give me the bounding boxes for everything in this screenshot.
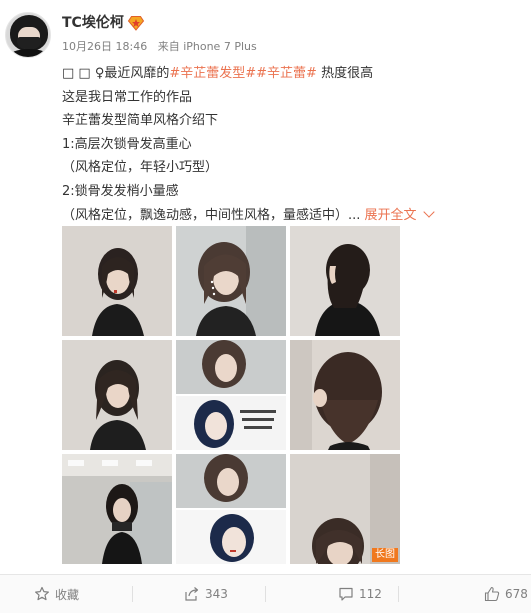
hashtag-link[interactable]: #辛芷蕾# (256, 66, 317, 81)
comment-button[interactable]: 112 (338, 575, 382, 613)
like-button[interactable]: 678 (484, 575, 528, 613)
portrait-photo-icon (62, 340, 172, 450)
text-line-4: 1:高层次锁骨发高重心 (62, 136, 192, 152)
expand-full-text-link[interactable]: 展开全文 (365, 205, 435, 223)
favorite-button[interactable]: 收藏 (34, 575, 79, 613)
text-line-3: 辛芷蕾发型简单风格介绍下 (62, 113, 219, 129)
haircut-photo-icon (176, 226, 286, 336)
star-icon (35, 586, 49, 601)
vip-badge-icon[interactable] (127, 15, 145, 31)
portrait-photo-icon (62, 226, 172, 336)
text-line-2: 这是我日常工作的作品 (62, 89, 193, 105)
image-thumbnail-3[interactable] (290, 226, 400, 336)
collage-photo-icon (176, 340, 286, 450)
image-thumbnail-6[interactable] (290, 340, 400, 450)
image-thumbnail-9[interactable]: 长图 (290, 454, 400, 564)
image-thumbnail-8[interactable] (176, 454, 286, 564)
post-timestamp[interactable]: 10月26日 18:46 (62, 40, 147, 53)
image-grid: 长图 (62, 226, 400, 565)
text-line-5: （风格定位，年轻小巧型） (62, 160, 219, 176)
post-meta: 10月26日 18:46 来自 iPhone 7 Plus (62, 40, 257, 54)
text-line-6: 2:锁骨发发梢小量感 (62, 183, 179, 199)
image-thumbnail-7[interactable] (62, 454, 172, 564)
side-profile-photo-icon (290, 226, 400, 336)
image-thumbnail-2[interactable] (176, 226, 286, 336)
back-hair-photo-icon (290, 340, 400, 450)
chevron-down-icon (422, 205, 435, 218)
text-line-7: （风格定位，飘逸动感，中间性风格，量感适中）... 展开全文 (62, 204, 502, 228)
collage-photo-icon (176, 454, 286, 564)
hashtag-link[interactable]: #辛芷蕾发型# (169, 66, 256, 81)
action-bar: 收藏 343 112 678 (0, 575, 531, 613)
thumbs-up-icon (484, 586, 500, 602)
comment-icon (339, 587, 353, 601)
weibo-post: TC埃伦柯 10月26日 18:46 来自 iPhone 7 Plus □ □ … (0, 0, 531, 613)
username[interactable]: TC埃伦柯 (62, 14, 124, 32)
post-source: 来自 iPhone 7 Plus (157, 40, 257, 53)
salon-mirror-photo-icon (62, 454, 172, 564)
share-icon (185, 587, 199, 601)
image-thumbnail-4[interactable] (62, 340, 172, 450)
image-thumbnail-1[interactable] (62, 226, 172, 336)
long-image-badge: 长图 (372, 548, 398, 562)
repost-button[interactable]: 343 (184, 575, 228, 613)
avatar[interactable] (5, 12, 51, 58)
image-thumbnail-5[interactable] (176, 340, 286, 450)
post-text: □ □ ♀最近风靡的#辛芷蕾发型##辛芷蕾# 热度很高 这是我日常工作的作品 辛… (62, 62, 502, 227)
text-line-1: □ □ ♀最近风靡的#辛芷蕾发型##辛芷蕾# 热度很高 (62, 66, 374, 81)
